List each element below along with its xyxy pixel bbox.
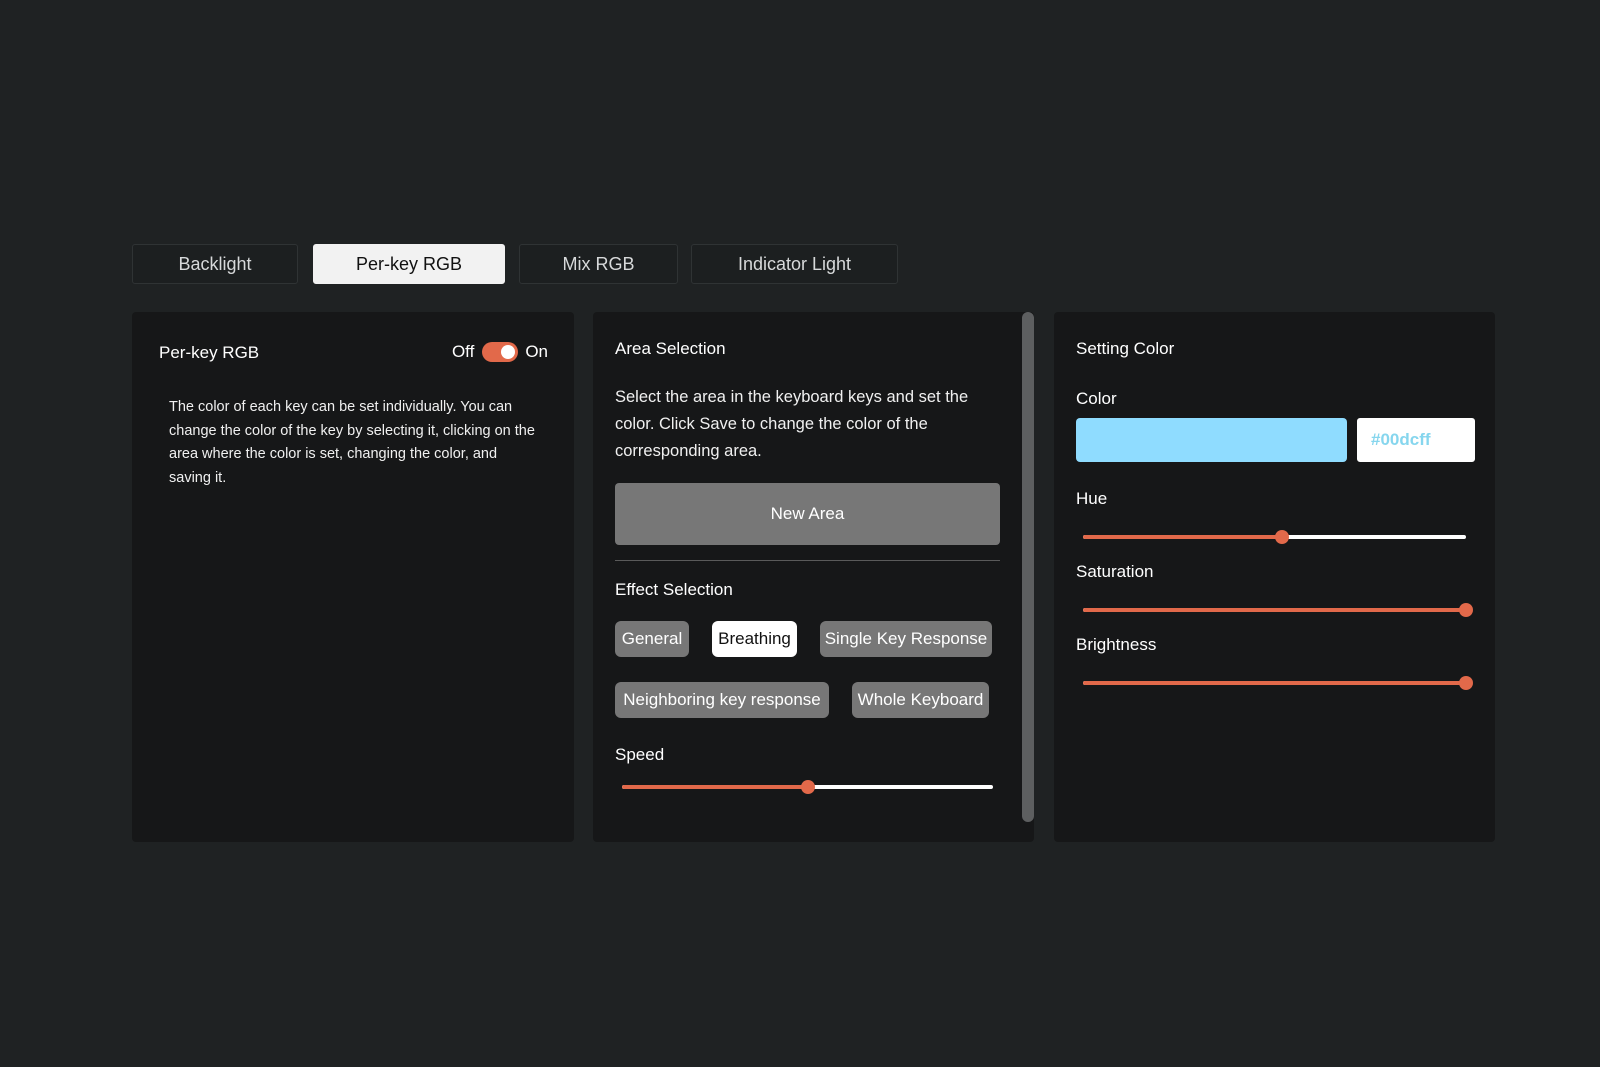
new-area-button[interactable]: New Area — [615, 483, 1000, 545]
slider-thumb[interactable] — [1459, 676, 1473, 690]
per-key-toggle-group: Off On — [452, 342, 548, 362]
toggle-knob — [501, 345, 516, 359]
saturation-label: Saturation — [1076, 562, 1154, 581]
slider-fill — [622, 785, 808, 789]
area-selection-title: Area Selection — [615, 339, 726, 358]
setting-color-panel: Setting Color Color Hue Saturation Brigh… — [1054, 312, 1495, 842]
tab-backlight[interactable]: Backlight — [132, 244, 298, 284]
slider-fill — [1083, 681, 1466, 685]
color-label: Color — [1076, 389, 1117, 408]
area-selection-description: Select the area in the keyboard keys and… — [615, 388, 969, 460]
brightness-label: Brightness — [1076, 635, 1157, 654]
setting-color-title: Setting Color — [1076, 339, 1175, 358]
toggle-off-label: Off — [451, 342, 475, 361]
slider-fill — [1083, 535, 1283, 539]
saturation-slider[interactable] — [1083, 602, 1473, 618]
brightness-slider[interactable] — [1083, 675, 1473, 691]
per-key-rgb-panel: Per-key RGB Off On The color of each key… — [132, 312, 574, 842]
per-key-rgb-title: Per-key RGB — [159, 343, 260, 362]
tab-mix-rgb[interactable]: Mix RGB — [519, 244, 678, 284]
per-key-rgb-description: The color of each key can be set individ… — [169, 399, 535, 486]
slider-thumb[interactable] — [1275, 530, 1290, 544]
toggle-on-label: On — [525, 342, 548, 361]
hue-label: Hue — [1076, 489, 1108, 508]
divider — [615, 560, 1000, 561]
speed-label: Speed — [615, 745, 665, 764]
per-key-rgb-toggle[interactable] — [482, 342, 519, 362]
slider-thumb[interactable] — [800, 780, 815, 794]
area-selection-panel: Area Selection Select the area in the ke… — [593, 312, 1034, 842]
hue-slider[interactable] — [1083, 529, 1466, 545]
tab-per-key-rgb[interactable]: Per-key RGB — [313, 244, 505, 284]
effect-single-key-response-button[interactable]: Single Key Response — [820, 621, 992, 657]
tab-indicator-light[interactable]: Indicator Light — [691, 244, 898, 284]
speed-slider[interactable] — [622, 779, 993, 795]
slider-fill — [1083, 608, 1466, 612]
color-swatch[interactable] — [1076, 418, 1347, 462]
effect-selection-title: Effect Selection — [615, 580, 733, 599]
effect-whole-keyboard-button[interactable]: Whole Keyboard — [852, 682, 989, 718]
hex-color-input[interactable] — [1357, 418, 1475, 462]
effect-breathing-button[interactable]: Breathing — [712, 621, 797, 657]
effect-general-button[interactable]: General — [615, 621, 689, 657]
scrollbar[interactable] — [1022, 312, 1034, 822]
effect-neighboring-key-response-button[interactable]: Neighboring key response — [615, 682, 829, 718]
slider-thumb[interactable] — [1459, 603, 1473, 617]
